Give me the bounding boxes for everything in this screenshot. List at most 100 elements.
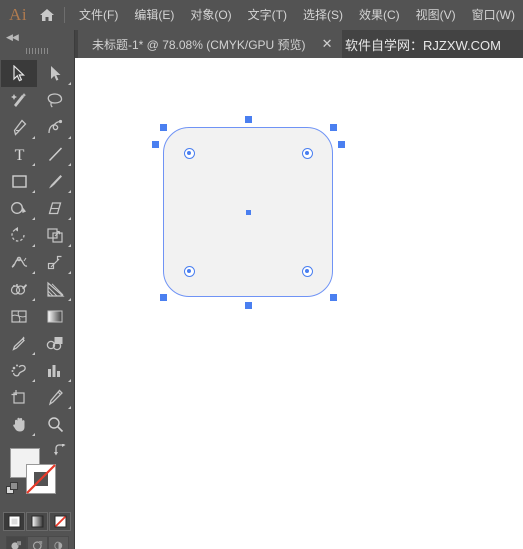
menu-item-file[interactable]: 文件(F) xyxy=(71,4,126,26)
shape-center-point xyxy=(245,209,251,215)
home-icon[interactable] xyxy=(32,0,62,30)
grip-dots-icon xyxy=(26,48,48,54)
flyout-indicator-icon xyxy=(32,217,35,220)
tool-grid: T xyxy=(0,58,74,438)
rectangle-tool[interactable] xyxy=(1,168,37,195)
flyout-indicator-icon xyxy=(32,163,35,166)
menu-item-select[interactable]: 选择(S) xyxy=(295,4,351,26)
rotate-tool[interactable] xyxy=(1,222,37,249)
flyout-indicator-icon xyxy=(68,244,71,247)
paintbrush-tool[interactable] xyxy=(37,168,73,195)
flyout-indicator-icon xyxy=(32,244,35,247)
swap-fill-stroke-icon[interactable] xyxy=(53,443,66,459)
bbox-handle-right-upper[interactable] xyxy=(337,140,345,148)
panel-collapse-icon[interactable]: ◀◀ xyxy=(0,30,74,44)
hand-tool[interactable] xyxy=(1,411,37,438)
menu-item-window[interactable]: 窗口(W) xyxy=(464,4,523,26)
ai-logo: Ai xyxy=(9,5,28,24)
flyout-indicator-icon xyxy=(68,136,71,139)
shaper-tool[interactable] xyxy=(1,195,37,222)
close-icon[interactable]: ✕ xyxy=(318,37,337,50)
bbox-handle-bottom-left[interactable] xyxy=(159,293,167,301)
menu-bar: Ai 文件(F) 编辑(E) 对象(O) 文字(T) 选择(S) 效果(C) 视… xyxy=(0,0,523,30)
slice-tool[interactable] xyxy=(37,384,73,411)
flyout-indicator-icon xyxy=(68,298,71,301)
draw-inside-button[interactable] xyxy=(47,536,69,549)
draw-mode-row xyxy=(0,536,74,549)
fill-stroke-swatches xyxy=(0,442,74,508)
width-tool[interactable] xyxy=(1,249,37,276)
bbox-handle-top-right[interactable] xyxy=(329,123,337,131)
line-segment-tool[interactable] xyxy=(37,141,73,168)
panel-drag-handle[interactable] xyxy=(0,44,74,58)
flyout-indicator-icon xyxy=(32,433,35,436)
bbox-handle-top-left[interactable] xyxy=(159,123,167,131)
illustrator-window: Ai 文件(F) 编辑(E) 对象(O) 文字(T) 选择(S) 效果(C) 视… xyxy=(0,0,523,549)
menu-item-list: 文件(F) 编辑(E) 对象(O) 文字(T) 选择(S) 效果(C) 视图(V… xyxy=(71,4,523,26)
tool-panel: ◀◀ T xyxy=(0,30,75,549)
bbox-handle-bottom-center[interactable] xyxy=(244,301,252,309)
selection-tool[interactable] xyxy=(1,60,37,87)
default-fill-stroke-icon[interactable] xyxy=(6,482,18,494)
draw-normal-button[interactable] xyxy=(5,536,27,549)
symbol-sprayer-tool[interactable] xyxy=(1,357,37,384)
curvature-tool[interactable] xyxy=(37,114,73,141)
flyout-indicator-icon xyxy=(32,298,35,301)
svg-text:T: T xyxy=(14,147,24,163)
color-mode-row xyxy=(0,512,74,531)
watermark-text: 软件自学网：RJZXW.COM xyxy=(345,37,501,53)
stroke-swatch[interactable] xyxy=(26,464,56,494)
flyout-indicator-icon xyxy=(32,352,35,355)
none-mode-button[interactable] xyxy=(49,512,71,531)
flyout-indicator-icon xyxy=(32,271,35,274)
menu-item-object[interactable]: 对象(O) xyxy=(182,4,239,26)
menu-item-view[interactable]: 视图(V) xyxy=(408,4,464,26)
perspective-grid-tool[interactable] xyxy=(37,276,73,303)
corner-radius-widget-top-left[interactable] xyxy=(183,147,195,159)
eyedropper-tool[interactable] xyxy=(1,330,37,357)
shape-builder-tool[interactable] xyxy=(1,276,37,303)
document-tab-label: 未标题-1* @ 78.08% (CMYK/GPU 预览) xyxy=(92,37,306,52)
corner-radius-widget-bottom-right[interactable] xyxy=(301,265,313,277)
flyout-indicator-icon xyxy=(68,379,71,382)
column-graph-tool[interactable] xyxy=(37,357,73,384)
bbox-handle-bottom-right[interactable] xyxy=(329,293,337,301)
artboard-tool[interactable] xyxy=(1,384,37,411)
draw-behind-button[interactable] xyxy=(26,536,48,549)
flyout-indicator-icon xyxy=(32,136,35,139)
bbox-handle-left-upper[interactable] xyxy=(151,140,159,148)
flyout-indicator-icon xyxy=(32,379,35,382)
blend-tool[interactable] xyxy=(37,330,73,357)
corner-radius-widget-bottom-left[interactable] xyxy=(183,265,195,277)
flyout-indicator-icon xyxy=(68,190,71,193)
selected-shape-group[interactable] xyxy=(151,115,345,309)
type-tool[interactable]: T xyxy=(1,141,37,168)
flyout-indicator-icon xyxy=(68,163,71,166)
menu-item-effect[interactable]: 效果(C) xyxy=(351,4,408,26)
magic-wand-tool[interactable] xyxy=(1,87,37,114)
gradient-mode-button[interactable] xyxy=(26,512,48,531)
eraser-tool[interactable] xyxy=(37,195,73,222)
document-tab[interactable]: 未标题-1* @ 78.08% (CMYK/GPU 预览) ✕ xyxy=(78,30,343,58)
mesh-tool[interactable] xyxy=(1,303,37,330)
scale-tool[interactable] xyxy=(37,222,73,249)
corner-radius-widget-top-right[interactable] xyxy=(301,147,313,159)
menu-item-type[interactable]: 文字(T) xyxy=(240,4,295,26)
flyout-indicator-icon xyxy=(68,271,71,274)
flyout-indicator-icon xyxy=(68,406,71,409)
free-transform-tool[interactable] xyxy=(37,249,73,276)
flyout-indicator-icon xyxy=(68,82,71,85)
canvas-area[interactable] xyxy=(75,58,523,549)
bbox-handle-top-center[interactable] xyxy=(244,115,252,123)
zoom-tool[interactable] xyxy=(37,411,73,438)
gradient-tool[interactable] xyxy=(37,303,73,330)
lasso-tool[interactable] xyxy=(37,87,73,114)
flyout-indicator-icon xyxy=(68,217,71,220)
document-tab-bar: 未标题-1* @ 78.08% (CMYK/GPU 预览) ✕ 软件自学网：RJ… xyxy=(0,30,523,58)
none-indicator-icon xyxy=(25,463,57,495)
menu-item-edit[interactable]: 编辑(E) xyxy=(126,4,182,26)
menu-divider xyxy=(64,7,66,23)
color-mode-button[interactable] xyxy=(3,512,25,531)
pen-tool[interactable] xyxy=(1,114,37,141)
direct-selection-tool[interactable] xyxy=(37,60,73,87)
